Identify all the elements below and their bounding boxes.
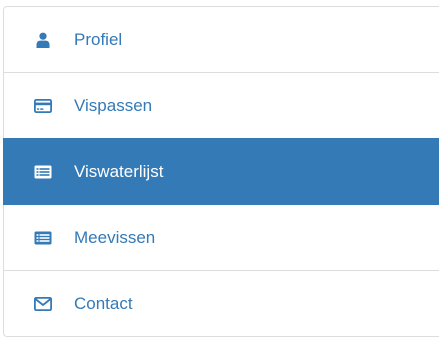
menu-item-label: Contact [74,294,133,313]
credit-card-icon [34,98,52,114]
side-menu: Profiel Vispassen Viswaterlijst Meevisse… [3,6,439,337]
list-card-icon [34,230,52,246]
menu-item-profiel[interactable]: Profiel [3,6,439,73]
menu-item-vispassen[interactable]: Vispassen [3,72,439,139]
menu-item-label: Vispassen [74,96,153,115]
list-card-icon [34,164,52,180]
menu-item-label: Meevissen [74,228,156,247]
menu-item-contact[interactable]: Contact [3,270,439,337]
envelope-icon [34,296,52,312]
menu-item-label: Profiel [74,30,123,49]
menu-item-label: Viswaterlijst [74,162,164,181]
menu-item-meevissen[interactable]: Meevissen [3,204,439,271]
menu-item-viswaterlijst[interactable]: Viswaterlijst [3,138,439,205]
user-icon [34,32,52,48]
